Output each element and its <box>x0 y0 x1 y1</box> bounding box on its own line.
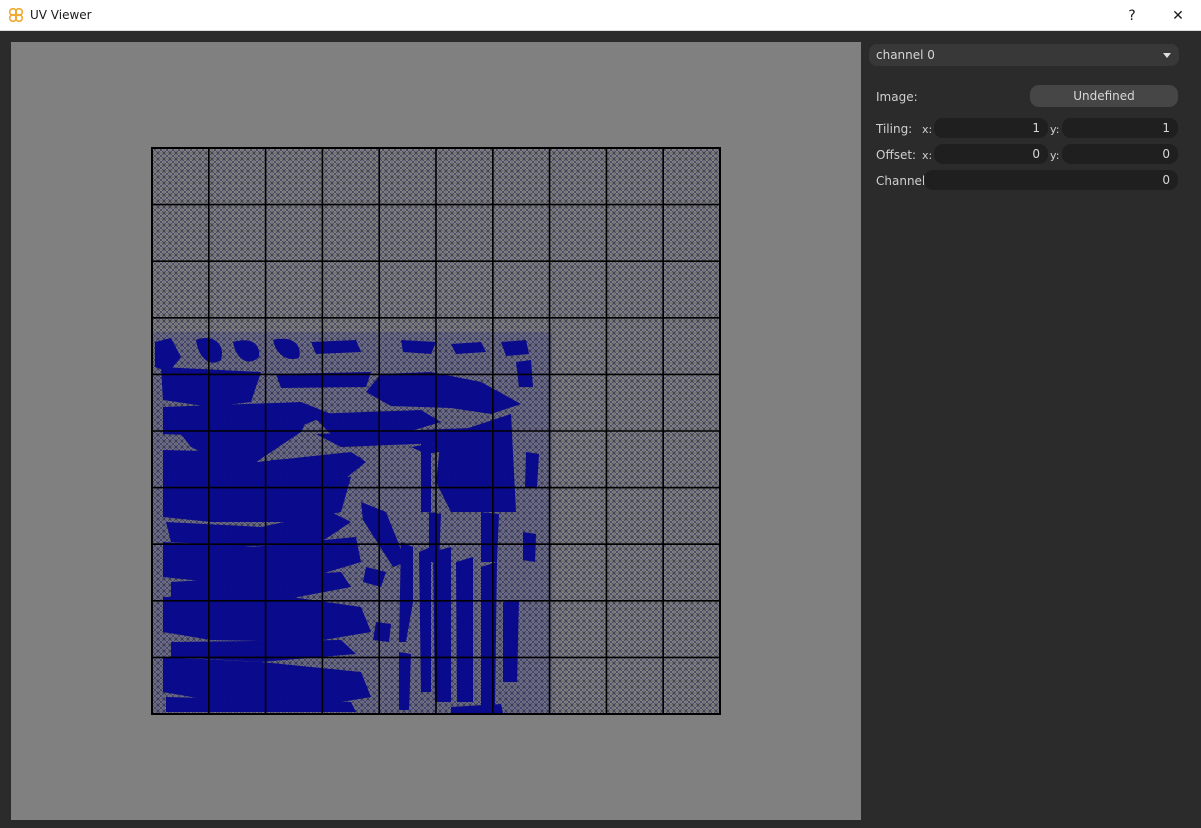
chevron-down-icon <box>1163 53 1171 58</box>
offset-x-input[interactable]: 0 <box>934 144 1048 164</box>
tiling-y-input[interactable]: 1 <box>1062 118 1178 138</box>
help-icon: ? <box>1128 7 1136 24</box>
tiling-x-input[interactable]: 1 <box>934 118 1048 138</box>
tiling-label: Tiling: <box>876 122 913 136</box>
close-button[interactable]: ✕ <box>1155 0 1201 31</box>
title-bar: UV Viewer ? ✕ <box>0 0 1201 31</box>
image-label: Image: <box>876 90 918 104</box>
offset-y-label: y: <box>1050 149 1060 162</box>
offset-x-label: x: <box>922 149 933 162</box>
tiling-y-label: y: <box>1050 123 1060 136</box>
help-button[interactable]: ? <box>1109 0 1155 31</box>
offset-label: Offset: <box>876 148 917 162</box>
app-logo-icon <box>8 7 24 23</box>
channel-label: Channel: <box>876 174 930 188</box>
tiling-x-label: x: <box>922 123 933 136</box>
window-title: UV Viewer <box>30 8 92 22</box>
image-button[interactable]: Undefined <box>1030 85 1178 107</box>
channel-input[interactable]: 0 <box>924 170 1178 190</box>
uv-canvas[interactable] <box>11 42 861 820</box>
offset-y-input[interactable]: 0 <box>1062 144 1178 164</box>
close-icon: ✕ <box>1172 7 1184 24</box>
channel-dropdown[interactable]: channel 0 <box>869 44 1179 66</box>
channel-dropdown-value: channel 0 <box>876 48 935 62</box>
uv-viewport[interactable] <box>11 42 861 820</box>
